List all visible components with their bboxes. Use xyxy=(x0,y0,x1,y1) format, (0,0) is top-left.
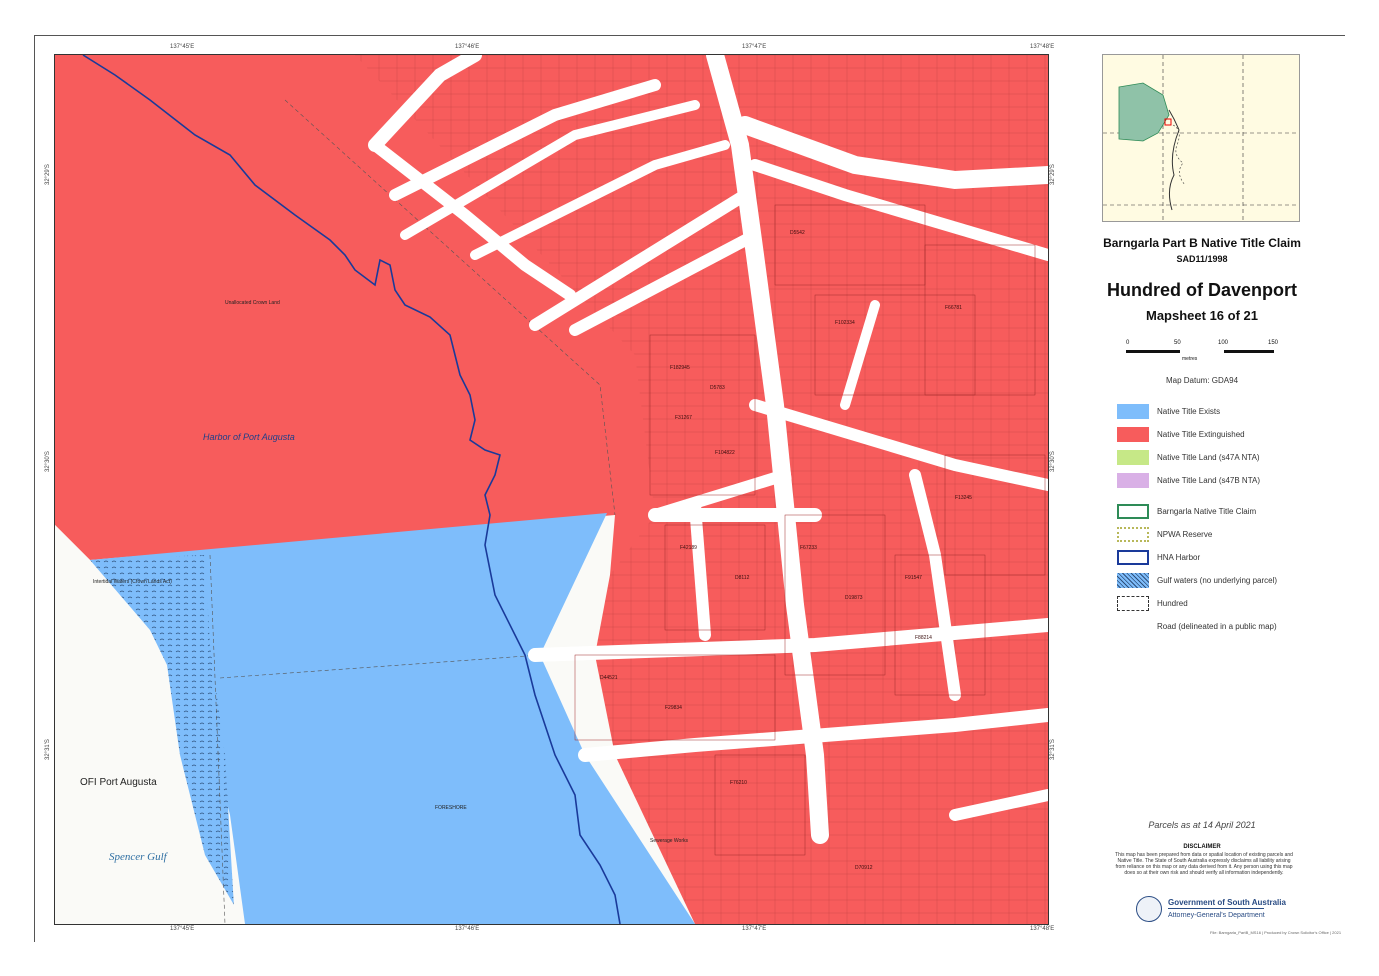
legend-label: Barngarla Native Title Claim xyxy=(1157,507,1257,516)
legend-swatch-npwa xyxy=(1117,527,1149,542)
legend-swatch-claim xyxy=(1117,504,1149,519)
parcel-id: D44521 xyxy=(600,675,618,681)
scale-tick: 150 xyxy=(1268,340,1279,346)
parcel-id: F76210 xyxy=(730,780,747,786)
parcel-id: F88214 xyxy=(915,635,932,641)
top-tick-4: 137°48'E xyxy=(1030,44,1055,50)
parcel-id: F91547 xyxy=(905,575,922,581)
foreshore-label: FORESHORE xyxy=(435,805,467,811)
map-info-panel: Barngarla Part B Native Title Claim SAD1… xyxy=(1060,54,1344,944)
footer-note: File: Barngarla_PartB_MS16 | Produced by… xyxy=(1210,930,1342,935)
bottom-tick-1: 137°45'E xyxy=(170,926,195,932)
parcel-id: F13245 xyxy=(955,495,972,501)
parcel-id: D70912 xyxy=(855,865,873,871)
left-tick-2: 32°30'S xyxy=(45,451,51,472)
top-tick-3: 137°47'E xyxy=(742,44,767,50)
parcel-id: D5783 xyxy=(710,385,725,391)
map-frame[interactable]: Harbor of Port Augusta OFI Port Augusta … xyxy=(54,54,1049,925)
top-tick-2: 137°46'E xyxy=(455,44,480,50)
intertidal-label: Intertidal Waters (Crown Lands Act) xyxy=(93,579,172,585)
map-datum: Map Datum: GDA94 xyxy=(1165,376,1239,385)
state-seal-icon xyxy=(1136,896,1162,922)
locator-inset-map xyxy=(1102,54,1300,222)
legend-label: Native Title Land (s47B NTA) xyxy=(1157,476,1261,485)
legend-item: Hundred xyxy=(1117,596,1337,612)
parcel-id: F104822 xyxy=(715,450,735,456)
claim-title: Barngarla Part B Native Title Claim xyxy=(1103,236,1301,250)
parcel-id: D8112 xyxy=(735,575,750,581)
hundred-title: Hundred of Davenport xyxy=(1106,280,1297,300)
bottom-tick-3: 137°47'E xyxy=(742,926,767,932)
legend-swatch-harbor xyxy=(1117,550,1149,565)
mapsheet-label: Mapsheet 16 of 21 xyxy=(1146,308,1258,323)
legend-label: Gulf waters (no underlying parcel) xyxy=(1157,576,1278,585)
scale-unit: metres xyxy=(1182,356,1198,362)
ofi-label: OFI Port Augusta xyxy=(80,777,157,788)
parcel-id: F182945 xyxy=(670,365,690,371)
legend-label: Hundred xyxy=(1157,599,1188,608)
right-tick-1: 32°29'S xyxy=(1050,164,1056,185)
scale-tick: 50 xyxy=(1174,340,1181,346)
parcel-id: F31267 xyxy=(675,415,692,421)
map-canvas[interactable] xyxy=(55,55,1048,924)
harbor-label: Harbor of Port Augusta xyxy=(203,432,295,442)
legend-swatch-extinguished xyxy=(1117,427,1149,442)
legend-swatch-47a xyxy=(1117,450,1149,465)
scale-bar: 0 50 100 150 metres xyxy=(1126,340,1279,366)
legend-label: Road (delineated in a public map) xyxy=(1157,622,1277,631)
parcel-id: F29834 xyxy=(665,705,682,711)
sewerage-label: Sewerage Works xyxy=(650,838,688,844)
gov-department: Attorney-General's Department xyxy=(1168,912,1265,919)
legend-label: NPWA Reserve xyxy=(1157,530,1213,539)
legend-item: Native Title Land (s47A NTA) xyxy=(1117,450,1337,466)
legend-swatch-hundred xyxy=(1117,596,1149,611)
parcel-id: F42189 xyxy=(680,545,697,551)
legend-label: Native Title Extinguished xyxy=(1157,430,1245,439)
right-tick-3: 32°31'S xyxy=(1050,739,1056,760)
claim-number: SAD11/1998 xyxy=(1176,254,1228,264)
right-tick-2: 32°30'S xyxy=(1050,451,1056,472)
government-logo: Government of South Australia Attorney-G… xyxy=(1136,896,1316,924)
crown-land-label: Unallocated Crown Land xyxy=(225,300,280,306)
legend-label: Native Title Land (s47A NTA) xyxy=(1157,453,1260,462)
legend-swatch-47b xyxy=(1117,473,1149,488)
legend-item: Road (delineated in a public map) xyxy=(1117,619,1337,635)
top-tick-1: 137°45'E xyxy=(170,44,195,50)
legend-label: Native Title Exists xyxy=(1157,407,1221,416)
gov-name: Government of South Australia xyxy=(1168,898,1286,907)
legend-item: Native Title Extinguished xyxy=(1117,427,1337,443)
left-tick-1: 32°29'S xyxy=(45,164,51,185)
gov-divider xyxy=(1168,908,1264,909)
scale-tick: 100 xyxy=(1218,340,1229,346)
parcel-id: D5542 xyxy=(790,230,805,236)
bottom-tick-2: 137°46'E xyxy=(455,926,480,932)
legend-item: Native Title Land (s47B NTA) xyxy=(1117,473,1337,489)
legend-item: Gulf waters (no underlying parcel) xyxy=(1117,573,1337,589)
parcels-date-note: Parcels as at 14 April 2021 xyxy=(1148,820,1256,830)
disclaimer-text: This map has been prepared from data or … xyxy=(1115,852,1293,876)
spencer-gulf-label: Spencer Gulf xyxy=(109,851,167,863)
bottom-tick-4: 137°48'E xyxy=(1030,926,1055,932)
parcel-id: F67233 xyxy=(800,545,817,551)
parcel-id: D19873 xyxy=(845,595,863,601)
legend-swatch-exists xyxy=(1117,404,1149,419)
legend-item: Barngarla Native Title Claim xyxy=(1117,504,1337,520)
legend-label: HNA Harbor xyxy=(1157,553,1201,562)
parcel-id: F66781 xyxy=(945,305,962,311)
legend-swatch-road xyxy=(1117,619,1149,634)
legend-item: HNA Harbor xyxy=(1117,550,1337,566)
parcel-id: F102334 xyxy=(835,320,855,326)
legend-swatch-gulf xyxy=(1117,573,1149,588)
left-tick-3: 32°31'S xyxy=(45,739,51,760)
legend-item: NPWA Reserve xyxy=(1117,527,1337,543)
legend-item: Native Title Exists xyxy=(1117,404,1337,420)
scale-tick: 0 xyxy=(1126,340,1130,346)
disclaimer-heading: DISCLAIMER xyxy=(1183,844,1221,850)
